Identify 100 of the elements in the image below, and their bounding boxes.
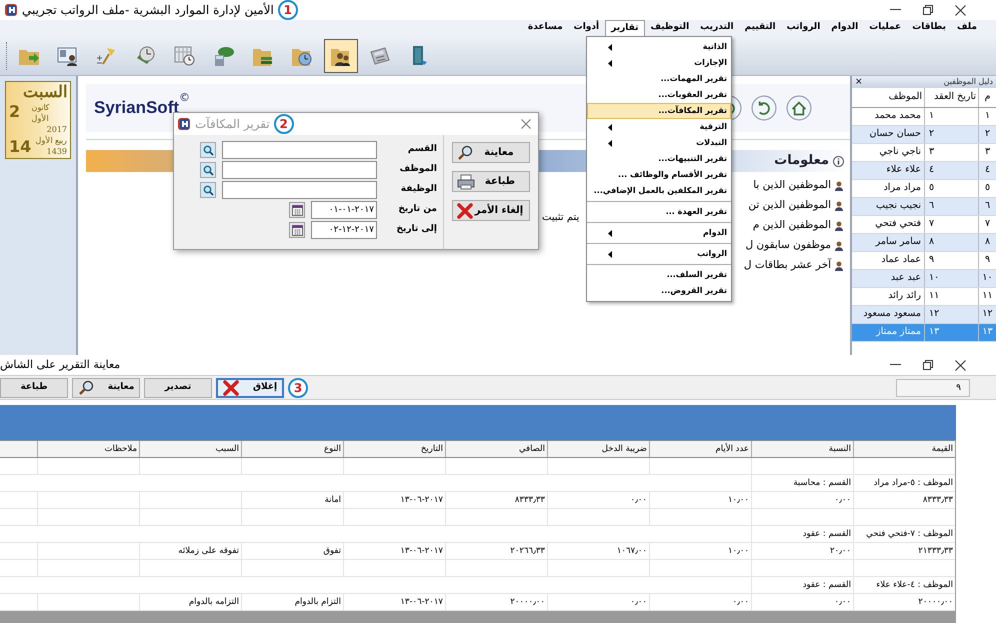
menu-item[interactable]: بطاقات <box>907 20 952 36</box>
calendar-button[interactable] <box>289 202 305 218</box>
toolbar-button[interactable]: معاينة <box>72 378 140 398</box>
number-badge: 2 <box>274 114 294 134</box>
menu-item[interactable]: الرواتب <box>782 20 826 36</box>
menu-entry[interactable]: تقرير القروض... <box>587 283 731 299</box>
menu-item[interactable]: التدريب <box>695 20 739 36</box>
employee-row[interactable]: ١١ ١١ رائد رائد <box>852 288 996 306</box>
employee-row[interactable]: ٧ ٧ فتحي فتحي <box>852 216 996 234</box>
restore-icon[interactable] <box>923 5 933 15</box>
dialog-title: تقرير المكافآت <box>195 116 270 133</box>
menu-entry[interactable]: الترقية <box>587 119 731 135</box>
menu-item[interactable]: أدوات <box>568 20 604 36</box>
day-number: 2 <box>9 102 22 122</box>
month-text: كانون الأول <box>31 102 50 124</box>
menu-entry[interactable]: التبدلات <box>587 135 731 151</box>
row-number: ١٢ <box>978 306 996 323</box>
row-number: ١ <box>978 108 996 125</box>
menu-item[interactable]: مساعدة <box>522 20 568 36</box>
row-number: ١٣ <box>978 324 996 341</box>
employee-row[interactable]: ٥ ٥ مراد مراد <box>852 180 996 198</box>
menu-item[interactable]: الدوام <box>826 20 864 36</box>
close-icon[interactable] <box>955 360 966 370</box>
employee-row[interactable]: ٩ ٩ عماد عماد <box>852 252 996 270</box>
column-header: م <box>978 88 996 107</box>
menu-item[interactable]: تقارير <box>605 20 644 36</box>
minimize-icon[interactable] <box>890 364 901 366</box>
calendar-icon <box>292 224 302 236</box>
lookup-button[interactable] <box>200 162 216 178</box>
close-icon[interactable] <box>955 4 966 16</box>
table-cell: ٩ <box>924 252 978 269</box>
menu-entry[interactable]: الدوام <box>587 225 731 241</box>
menu-entry[interactable]: تقرير المكلفين بالعمل الإضافي... <box>587 183 731 199</box>
menu-item[interactable]: التوظيف <box>646 20 694 36</box>
table-cell: ١٠ <box>924 270 978 287</box>
menu-entry[interactable]: الرواتب <box>587 246 731 262</box>
menu-item[interactable]: عمليات <box>864 20 906 36</box>
employee-row[interactable]: ١٠ ١٠ عبد عبد <box>852 270 996 288</box>
menu-entry[interactable]: الإجازات <box>587 55 731 71</box>
dialog-button[interactable]: طباعة <box>452 171 530 192</box>
lookup-field[interactable] <box>222 141 377 159</box>
table-cell: التزام بالدوام <box>294 596 341 608</box>
search-icon <box>202 184 214 196</box>
info-link[interactable]: الموظفين الذين م <box>752 218 831 234</box>
table-cell-text: نجيب نجيب <box>875 199 922 214</box>
employee-row[interactable]: ٣ ٣ ناجي ناجي <box>852 144 996 162</box>
department-label: القسم : عقود <box>751 577 853 593</box>
calendar-button[interactable] <box>289 222 305 238</box>
table-cell: ٠٫٠٠ <box>732 596 749 608</box>
toolbar-button[interactable]: طباعة <box>0 378 68 398</box>
restore-icon[interactable] <box>923 360 933 370</box>
toolbar-button[interactable]: تصدير <box>144 378 212 398</box>
employee-row[interactable]: ٤ ٤ علاء علاء <box>852 162 996 180</box>
logo-text: SyrianSoft <box>94 97 180 120</box>
home-icon[interactable] <box>786 95 812 121</box>
menu-entry[interactable]: تقرير العقوبات... <box>587 87 731 103</box>
toolbar-button[interactable]: إغلاق <box>216 378 284 398</box>
lookup-button[interactable] <box>200 142 216 158</box>
minimize-icon[interactable] <box>890 9 901 11</box>
employee-row[interactable]: ٢ ٢ حسان حسان <box>852 126 996 144</box>
date-field[interactable]: ٠١-٠١-٢٠١٧ <box>311 201 377 219</box>
toolbar-button[interactable] <box>324 38 358 72</box>
info-link[interactable]: الموظفين الذين تن <box>748 198 831 214</box>
lookup-field[interactable] <box>222 181 377 199</box>
menu-entry[interactable]: تقرير الأقسام والوظائف ... <box>587 167 731 183</box>
close-button[interactable]: × <box>855 78 863 86</box>
date-field[interactable]: ٠٢-١٢-٢٠١٧ <box>311 221 377 239</box>
table-cell: ٨ <box>924 234 978 251</box>
menu-entry[interactable]: تقرير السلف... <box>587 267 731 283</box>
table-cell: ٢ <box>924 126 978 143</box>
info-link[interactable]: موظفون سابقون ل <box>745 238 831 254</box>
employee-row[interactable]: ٨ ٨ سامر سامر <box>852 234 996 252</box>
employee-row[interactable]: ١٢ ١٢ مسعود مسعود <box>852 306 996 324</box>
info-link[interactable]: آخر عشر بطاقات ل <box>744 258 831 274</box>
employee-row[interactable]: ١ ١ محمد محمد <box>852 108 996 126</box>
dialog-button[interactable]: معاينة <box>452 142 530 163</box>
field-label: الوظيفة <box>400 183 437 196</box>
employee-row[interactable]: ٦ ٦ نجيب نجيب <box>852 198 996 216</box>
info-link[interactable]: الموظفين الذين با <box>753 178 831 194</box>
menu-entry[interactable]: تقرير المكافآت... <box>587 103 731 119</box>
refresh-icon[interactable] <box>751 95 777 121</box>
dialog-button[interactable]: إلغاء الأمر <box>452 200 530 221</box>
lookup-button[interactable] <box>200 182 216 198</box>
row-number: ١٠ <box>978 270 996 287</box>
field-label: القسم <box>406 143 437 156</box>
menu-entry[interactable]: تقرير العهدة ... <box>587 204 731 220</box>
table-cell-text: مراد مراد <box>882 181 922 196</box>
menu-item[interactable]: التقييم <box>740 20 781 36</box>
table-cell: التزامه بالدوام <box>188 596 239 608</box>
table-cell: ٠٫٠٠ <box>630 596 647 608</box>
menu-item[interactable]: ملف <box>952 20 982 36</box>
menu-entry[interactable]: تقرير التنبيهات... <box>587 151 731 167</box>
page-field[interactable]: ٩ <box>896 378 970 396</box>
lookup-field[interactable] <box>222 161 377 179</box>
menu-entry[interactable]: تقرير المهمات... <box>587 71 731 87</box>
field-label: إلى تاريخ <box>395 223 437 236</box>
menu-entry[interactable]: الذاتية <box>587 39 731 55</box>
calendar-icon <box>292 204 302 216</box>
notice-text: يتم تثبيت <box>542 211 580 225</box>
employee-group-label: الموظف : ٥-مراد مراد <box>853 475 955 491</box>
